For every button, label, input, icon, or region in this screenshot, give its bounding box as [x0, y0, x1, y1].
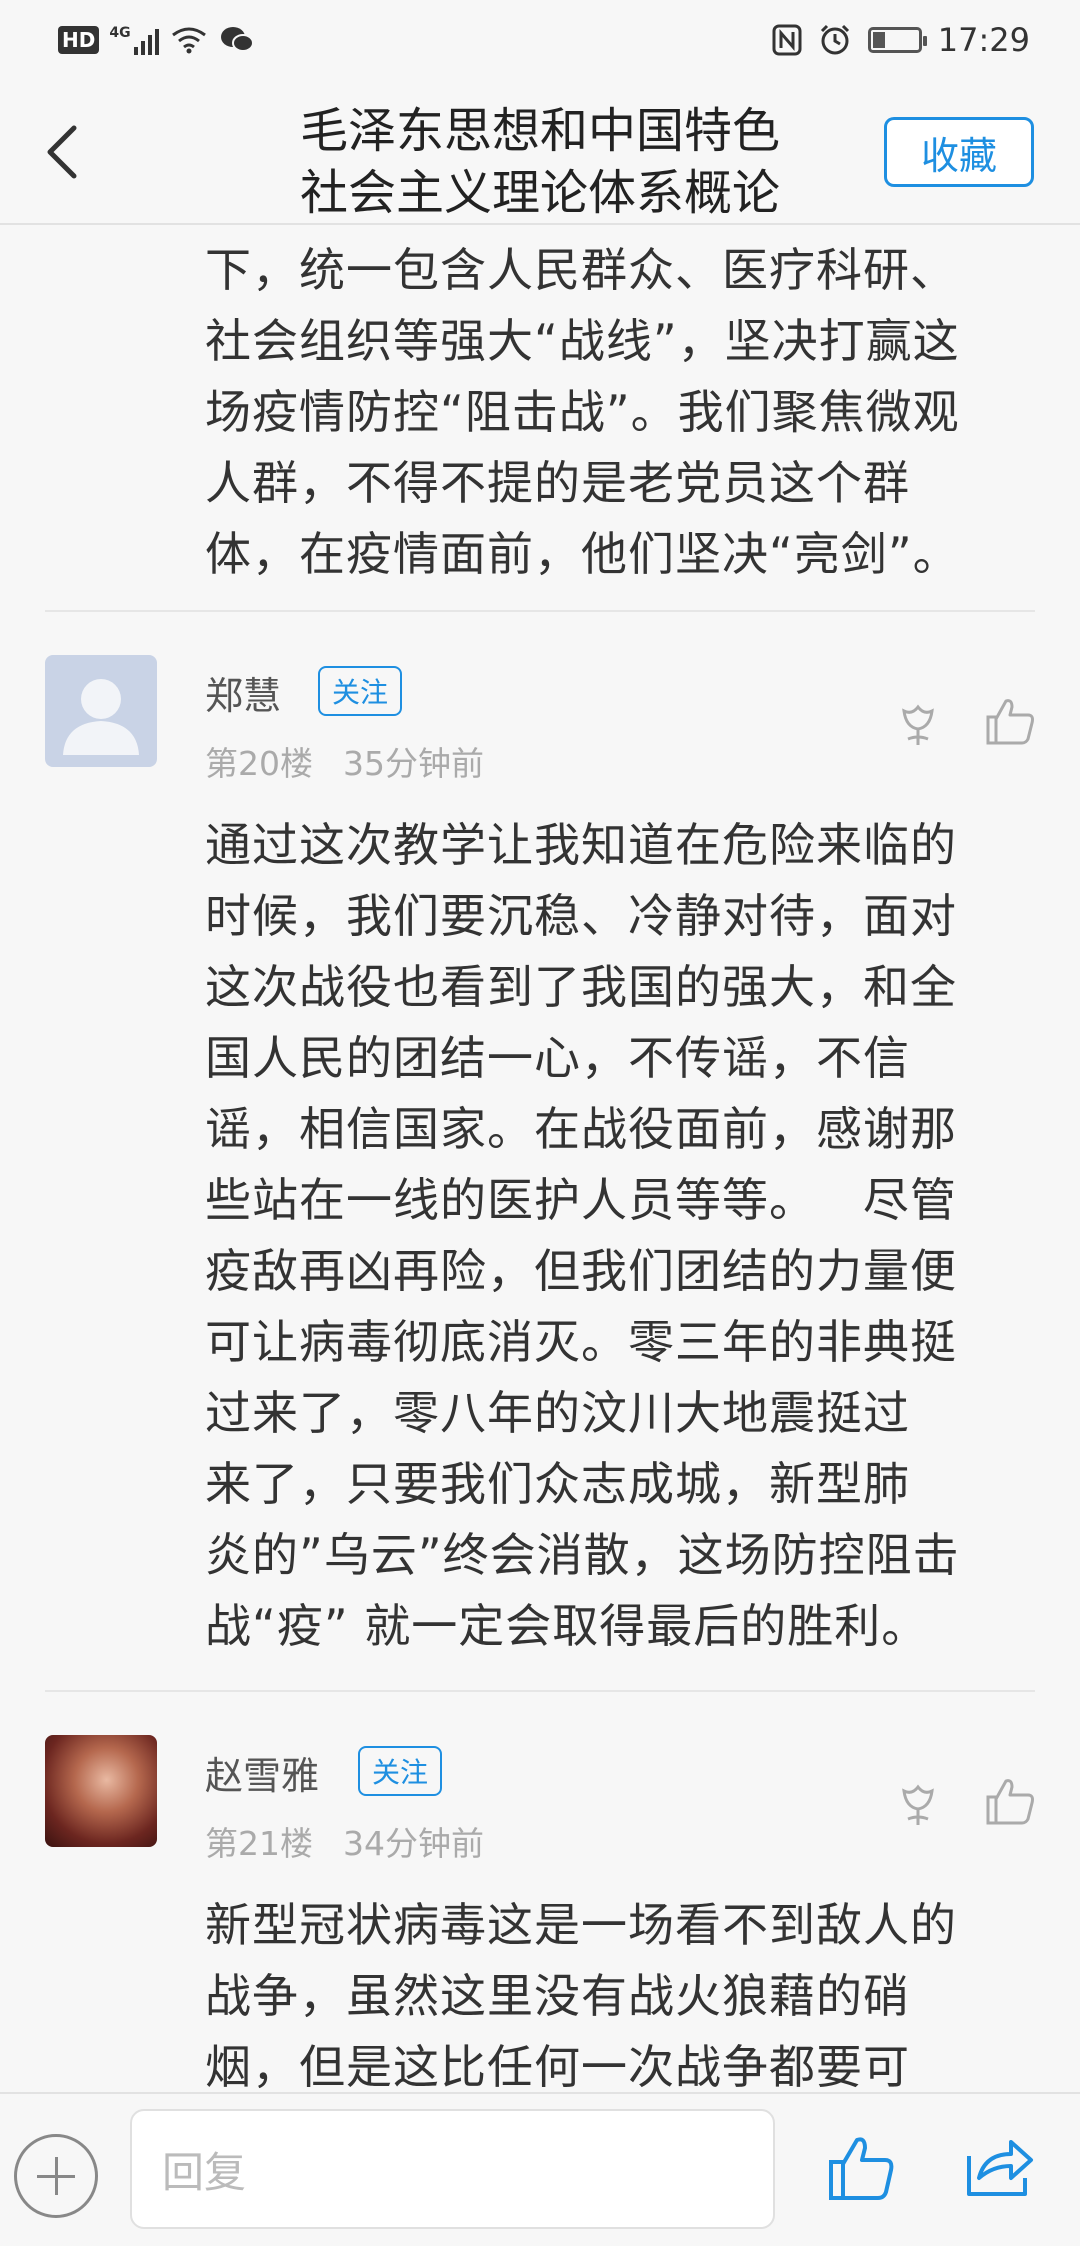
avatar[interactable] — [45, 655, 157, 767]
username[interactable]: 郑慧 — [205, 665, 281, 720]
default-avatar-icon — [63, 679, 139, 755]
text-line: 过来了，零八年的汶川大地震挺过 — [205, 1386, 910, 1440]
thumbs-up-icon[interactable] — [982, 1773, 1038, 1829]
page-title-line2: 社会主义理论体系概论 — [299, 165, 780, 221]
network-label: 4G — [109, 25, 131, 41]
text-line: 下，统一包含人民群众、医疗科研、 — [205, 243, 957, 297]
flower-icon[interactable] — [890, 695, 946, 751]
reply-input[interactable]: 回复 — [130, 2109, 775, 2229]
floor-number: 第20楼 — [205, 744, 313, 783]
back-arrow-icon[interactable] — [40, 122, 84, 182]
wechat-icon — [220, 27, 254, 52]
plus-icon[interactable] — [14, 2134, 98, 2218]
follow-button[interactable]: 关注 — [358, 1746, 443, 1796]
nfc-icon — [772, 24, 802, 56]
text-line: 疫敌再凶再险，但我们团结的力量便 — [205, 1244, 957, 1298]
avatar[interactable] — [45, 1735, 157, 1847]
flower-icon[interactable] — [890, 1775, 946, 1831]
divider — [45, 610, 1035, 612]
text-line: 新型冠状病毒这是一场看不到敌人的 — [205, 1898, 957, 1952]
text-line: 体，在疫情面前，他们坚决“亮剑”。 — [205, 527, 960, 581]
comment-list[interactable]: 下，统一包含人民群众、医疗科研、 社会组织等强大“战线”，坚决打赢这 场疫情防控… — [0, 225, 1080, 2090]
text-line: 可让病毒彻底消灭。零三年的非典挺 — [205, 1315, 957, 1369]
text-line: 战“疫” 就一定会取得最后的胜利。 — [205, 1599, 929, 1653]
post-time: 34分钟前 — [343, 1824, 484, 1863]
hd-badge: HD — [58, 26, 100, 54]
page-title: 毛泽东思想和中国特色 社会主义理论体系概论 — [230, 100, 850, 224]
thumbs-up-icon[interactable] — [825, 2132, 897, 2204]
text-line: 烟，但是这比任何一次战争都要可 — [205, 2040, 910, 2090]
username[interactable]: 赵雪雅 — [205, 1745, 319, 1800]
floor-number: 第21楼 — [205, 1824, 313, 1863]
share-icon[interactable] — [963, 2134, 1035, 2200]
wifi-icon — [171, 27, 206, 54]
text-line: 场疫情防控“阻击战”。我们聚焦微观 — [205, 385, 960, 439]
status-left: HD 4G — [58, 20, 255, 60]
thumbs-up-icon[interactable] — [982, 693, 1038, 749]
floor-meta: 第20楼 35分钟前 — [205, 737, 484, 785]
status-right: 17:29 — [772, 18, 1030, 62]
text-line: 些站在一线的医护人员等等。 尽管 — [205, 1173, 957, 1227]
comment-text: 通过这次教学让我知道在危险来临的 时候，我们要沉稳、冷静对待，面对 这次战役也看… — [205, 810, 1030, 1662]
follow-button[interactable]: 关注 — [318, 666, 403, 716]
status-time: 17:29 — [937, 21, 1030, 59]
status-bar: HD 4G 17:29 — [0, 0, 1080, 80]
nav-bar: 毛泽东思想和中国特色 社会主义理论体系概论 收藏 — [0, 80, 1080, 225]
collect-button[interactable]: 收藏 — [884, 117, 1034, 187]
divider — [45, 1690, 1035, 1692]
comment-text: 新型冠状病毒这是一场看不到敌人的 战争，虽然这里没有战火狼藉的硝 烟，但是这比任… — [205, 1890, 1030, 2090]
floor-meta: 第21楼 34分钟前 — [205, 1817, 484, 1865]
page-title-line1: 毛泽东思想和中国特色 — [299, 103, 780, 159]
bottom-bar: 回复 — [0, 2092, 1080, 2246]
signal-icon: 4G — [109, 25, 159, 55]
text-line: 来了，只要我们众志成城，新型肺 — [205, 1457, 910, 1511]
text-line: 国人民的团结一心，不传谣，不信 — [205, 1031, 910, 1085]
text-line: 炎的”乌云”终会消散，这场防控阻击 — [205, 1528, 960, 1582]
text-line: 谣，相信国家。在战役面前，感谢那 — [205, 1102, 957, 1156]
post-time: 35分钟前 — [343, 744, 484, 783]
text-line: 时候，我们要沉稳、冷静对待，面对 — [205, 889, 957, 943]
previous-comment-text: 下，统一包含人民群众、医疗科研、 社会组织等强大“战线”，坚决打赢这 场疫情防控… — [205, 235, 1025, 590]
text-line: 通过这次教学让我知道在危险来临的 — [205, 818, 957, 872]
text-line: 战争，虽然这里没有战火狼藉的硝 — [205, 1969, 910, 2023]
battery-icon — [867, 27, 927, 53]
text-line: 社会组织等强大“战线”，坚决打赢这 — [205, 314, 960, 368]
text-line: 这次战役也看到了我国的强大，和全 — [205, 960, 957, 1014]
text-line: 人群，不得不提的是老党员这个群 — [205, 456, 910, 510]
alarm-icon — [820, 24, 849, 55]
